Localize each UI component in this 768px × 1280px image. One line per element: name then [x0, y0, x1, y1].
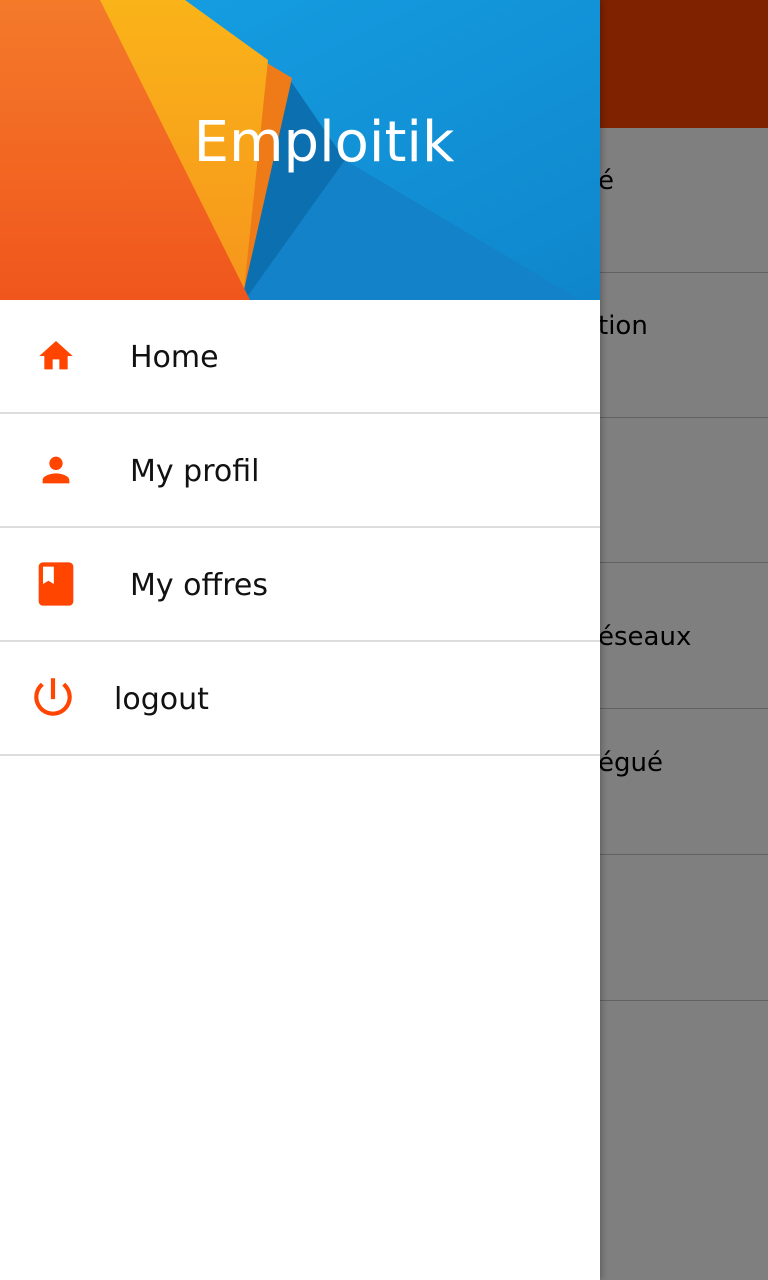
nav-item-label: My offres [130, 568, 268, 603]
nav-item-logout[interactable]: logout [0, 642, 600, 756]
screen: é tion éseaux égué [0, 0, 768, 1280]
app-title: Emploitik [193, 110, 455, 175]
home-icon [39, 341, 73, 370]
power-icon [34, 678, 72, 716]
nav-item-label: logout [114, 682, 209, 717]
nav-item-label: My profil [130, 454, 260, 489]
nav-item-offers[interactable]: My offres [0, 528, 600, 642]
navigation-drawer: Emploitik Home My profil My offres logou… [0, 0, 600, 1280]
person-icon [42, 456, 70, 484]
drawer-header: Emploitik [0, 0, 600, 300]
nav-item-profile[interactable]: My profil [0, 414, 600, 528]
nav-item-label: Home [130, 340, 219, 375]
nav-item-home[interactable]: Home [0, 300, 600, 414]
book-icon [38, 562, 74, 606]
